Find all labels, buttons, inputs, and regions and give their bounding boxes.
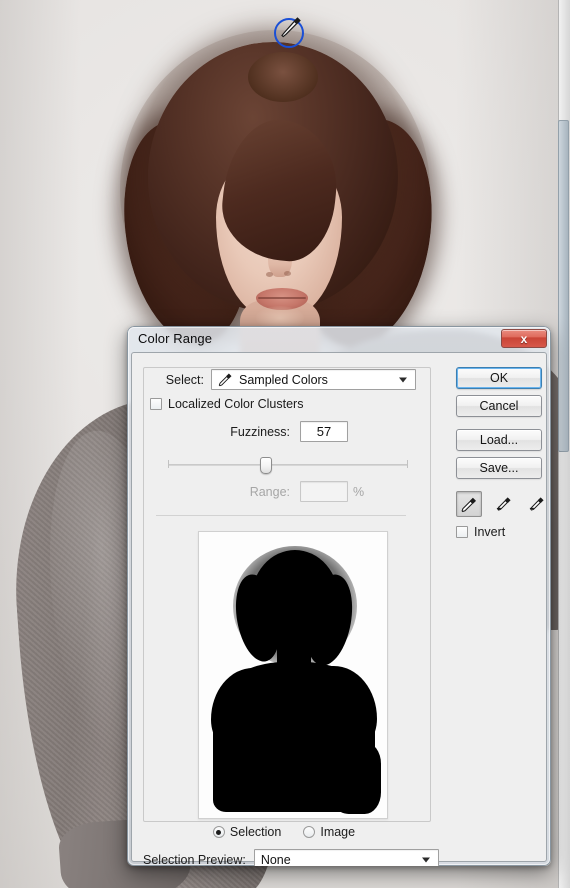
canvas-scrollbar-thumb[interactable] [558, 120, 569, 452]
selection-preview-label: Selection Preview: [143, 852, 246, 867]
close-button[interactable]: x [501, 329, 547, 348]
radio-selection-button[interactable] [212, 826, 225, 838]
invert-row[interactable]: Invert [456, 525, 505, 539]
radio-selection[interactable]: Selection [212, 825, 282, 839]
fuzziness-slider[interactable] [168, 457, 408, 474]
range-row: Range: % [148, 481, 420, 502]
dialog-titlebar[interactable]: Color Range x [127, 326, 551, 352]
fuzziness-slider-thumb[interactable] [260, 457, 272, 474]
radio-selection-label: Selection [229, 825, 282, 839]
fuzziness-slider-track [168, 464, 408, 466]
range-label: Range: [249, 484, 290, 499]
invert-checkbox[interactable] [456, 526, 468, 538]
preview-head [251, 550, 339, 650]
load-button[interactable]: Load... [456, 429, 542, 451]
color-range-dialog[interactable]: Color Range x Select: Sampled Colors Loc… [127, 326, 551, 866]
preview-arm [327, 742, 381, 814]
localized-color-clusters-row[interactable]: Localized Color Clusters [150, 397, 303, 411]
fuzziness-row: Fuzziness: 57 [148, 421, 420, 442]
eyedropper-toolbar [456, 491, 548, 517]
select-row: Select: Sampled Colors [148, 369, 420, 390]
eyedropper-add-button[interactable] [491, 492, 515, 516]
select-value: Sampled Colors [239, 372, 328, 387]
localized-color-clusters-label: Localized Color Clusters [168, 397, 304, 411]
radio-image-button[interactable] [303, 826, 316, 838]
cancel-button[interactable]: Cancel [456, 395, 542, 417]
chevron-down-icon [399, 377, 407, 382]
dialog-title: Color Range [138, 331, 213, 346]
save-button[interactable]: Save... [456, 457, 542, 479]
hair-part [248, 52, 318, 102]
range-input [300, 481, 348, 502]
divider [156, 515, 406, 516]
selection-preview-value: None [260, 852, 291, 867]
localized-color-clusters-checkbox[interactable] [150, 398, 162, 410]
preview-mode-group: Selection Image [148, 825, 420, 839]
canvas-scrollbar[interactable] [558, 0, 570, 888]
chevron-down-icon [421, 857, 430, 862]
dialog-body: Select: Sampled Colors Localized Color C… [131, 352, 548, 866]
close-icon: x [520, 331, 528, 346]
radio-image-label: Image [320, 825, 356, 839]
slider-cap-left [168, 460, 169, 468]
nostril-right [284, 271, 291, 276]
invert-label: Invert [474, 525, 506, 539]
nostril-left [266, 272, 273, 277]
ok-button[interactable]: OK [456, 367, 542, 389]
fuzziness-input[interactable]: 57 [300, 421, 348, 442]
eyedropper-minus-icon [529, 496, 544, 511]
selection-preview-dropdown[interactable]: None [253, 849, 439, 867]
eyedropper-subtract-button[interactable] [524, 492, 548, 516]
slider-cap-right [407, 460, 408, 468]
eyedropper-icon [218, 373, 232, 387]
fuzziness-label: Fuzziness: [230, 424, 290, 439]
selection-preview-row: Selection Preview: None [143, 849, 551, 866]
range-unit: % [353, 484, 365, 499]
radio-selection-dot [216, 829, 222, 835]
radio-image[interactable]: Image [303, 825, 355, 839]
select-dropdown[interactable]: Sampled Colors [211, 369, 416, 390]
lip-line [258, 297, 306, 299]
eyedropper-cursor [281, 17, 301, 38]
select-label: Select: [165, 372, 204, 387]
eyedropper-plus-icon [496, 496, 511, 511]
eyedropper-icon [461, 497, 476, 512]
eyedropper-sample-button[interactable] [456, 491, 482, 517]
preview-thumbnail[interactable] [198, 531, 388, 819]
